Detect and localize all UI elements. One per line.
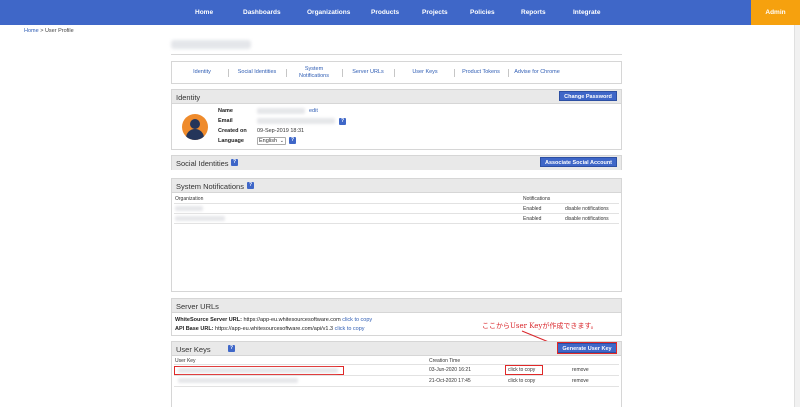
created-on-label: Created on [218,128,247,134]
tab-divider [342,69,343,77]
social-identities-section: Social Identities ? Associate Social Acc… [171,155,622,170]
server-url-value: https://app-eu.whitesourcesoftware.com [243,317,341,323]
identity-header: Identity Change Password [172,90,621,104]
name-value-redacted [257,108,305,114]
tab-server-urls[interactable]: Server URLs [346,62,390,83]
user-keys-title: User Keys [176,345,211,354]
table-divider [174,364,619,365]
api-url-row: API Base URL: https://app-eu.whitesource… [175,326,365,332]
user-keys-help-icon[interactable]: ? [228,345,235,352]
table-divider [174,386,619,387]
nav-reports[interactable]: Reports [521,0,546,25]
notifications-title: System Notifications [176,182,244,191]
admin-button[interactable]: Admin [751,0,800,25]
identity-title: Identity [176,93,201,102]
notification-status: Enabled [523,206,542,212]
tab-user-keys[interactable]: User Keys [400,62,450,83]
remove-key-link[interactable]: remove [572,367,589,373]
profile-tabs: Identity Social Identities System Notifi… [171,61,622,84]
nav-products[interactable]: Products [371,0,399,25]
email-help-icon[interactable]: ? [339,118,346,125]
organization-redacted [175,206,203,211]
email-value-redacted [257,118,335,124]
tab-divider [394,69,395,77]
user-keys-header: User Keys ? Generate User Key [172,342,621,356]
avatar [182,114,208,140]
created-on-value: 09-Sep-2019 18:31 [257,128,305,134]
edit-name-link[interactable]: edit [309,108,318,114]
api-url-value: https://app-eu.whitesourcesoftware.com/a… [215,326,334,332]
email-label: Email [218,118,233,124]
social-header: Social Identities ? Associate Social Acc… [172,156,621,170]
annotation-highlight-box [557,342,617,354]
tab-divider [454,69,455,77]
tab-product-tokens[interactable]: Product Tokens [456,62,506,83]
tab-divider [228,69,229,77]
user-key-redacted [178,368,338,373]
disable-notifications-link[interactable]: disable notifications [565,216,609,222]
nav-projects[interactable]: Projects [422,0,448,25]
tab-advise-for-chrome[interactable]: Advise for Chrome [509,62,565,83]
breadcrumb-current: User Profile [44,28,74,34]
tab-social-identities[interactable]: Social Identities [232,62,282,83]
language-help-icon[interactable]: ? [289,137,296,144]
chevron-down-icon: ⌄ [279,138,284,144]
key-creation-time: 03-Jun-2020 16:21 [429,367,471,373]
remove-key-link[interactable]: remove [572,378,589,384]
nav-integrate[interactable]: Integrate [573,0,600,25]
name-label: Name [218,108,233,114]
language-selected: English [259,138,278,144]
page-scrollbar[interactable] [794,25,800,407]
nav-home[interactable]: Home [195,0,213,25]
tab-system-notifications[interactable]: System Notifications [289,62,339,83]
api-url-label: API Base URL: [175,326,214,332]
server-urls-title: Server URLs [176,302,219,311]
server-url-row: WhiteSource Server URL: https://app-eu.w… [175,317,372,323]
associate-social-account-button[interactable]: Associate Social Account [540,157,617,167]
tab-divider [286,69,287,77]
copy-key-link[interactable]: click to copy [508,367,535,373]
copy-api-url-link[interactable]: click to copy [335,326,365,332]
server-urls-header: Server URLs [172,299,621,313]
title-divider [171,54,622,55]
copy-key-link[interactable]: click to copy [508,378,535,384]
notifications-help-icon[interactable]: ? [247,182,254,189]
top-nav: Home Dashboards Organizations Products P… [0,0,800,25]
organization-column-header: Organization [175,196,204,202]
change-password-button[interactable]: Change Password [559,91,617,101]
breadcrumb-home[interactable]: Home [24,28,39,34]
copy-server-url-link[interactable]: click to copy [342,317,372,323]
social-title: Social Identities [176,159,229,168]
language-select[interactable]: English ⌄ [257,137,286,145]
notifications-header: System Notifications ? [172,179,621,193]
system-notifications-section: System Notifications ? [171,178,622,292]
disable-notifications-link[interactable]: disable notifications [565,206,609,212]
tab-identity[interactable]: Identity [180,62,224,83]
page-title-redacted [171,40,251,49]
server-url-label: WhiteSource Server URL: [175,317,242,323]
notification-status: Enabled [523,216,542,222]
table-divider [174,375,619,376]
nav-policies[interactable]: Policies [470,0,495,25]
language-label: Language [218,138,244,144]
nav-organizations[interactable]: Organizations [307,0,350,25]
table-divider [174,203,619,204]
nav-dashboards[interactable]: Dashboards [243,0,281,25]
table-divider [174,213,619,214]
social-help-icon[interactable]: ? [231,159,238,166]
breadcrumb: Home > User Profile [24,28,74,34]
notifications-column-header: Notifications [523,196,551,202]
user-key-redacted [178,378,298,383]
key-creation-time: 21-Oct-2020 17:45 [429,378,471,384]
table-divider [174,223,619,224]
organization-redacted [175,216,225,221]
